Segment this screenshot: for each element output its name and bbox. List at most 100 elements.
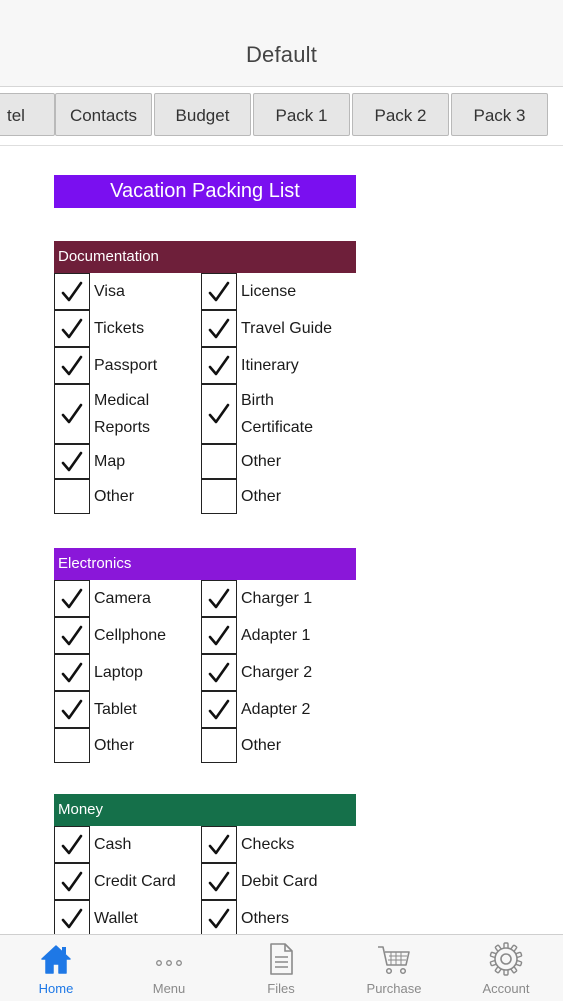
item-label: Cash xyxy=(94,836,132,853)
item-checkbox[interactable] xyxy=(54,654,90,691)
item-checkbox[interactable] xyxy=(201,384,237,444)
item-label: Birth Certificate xyxy=(241,392,314,436)
checkmark-icon xyxy=(61,871,83,891)
checklist-item[interactable]: Birth Certificate xyxy=(201,384,351,444)
section-documentation: Documentation Visa License Tickets Travel Gu… xyxy=(54,241,356,514)
tab-pack-2[interactable]: Pack 2 xyxy=(352,93,449,136)
checklist-item[interactable]: Camera xyxy=(54,580,204,617)
checklist-item[interactable]: Tickets xyxy=(54,310,204,347)
item-checkbox[interactable] xyxy=(54,444,90,479)
item-checkbox[interactable] xyxy=(201,728,237,763)
cart-icon xyxy=(376,941,412,977)
checkmark-icon xyxy=(61,318,83,338)
tab-budget[interactable]: Budget xyxy=(154,93,251,136)
section-header-electronics: Electronics xyxy=(54,548,356,580)
item-checkbox[interactable] xyxy=(201,900,237,934)
item-label: Other xyxy=(241,488,282,505)
tab-bar: tel Contacts Budget Pack 1 Pack 2 Pack 3 xyxy=(0,87,563,146)
checklist-item[interactable]: Other xyxy=(54,479,204,514)
checkmark-icon xyxy=(61,588,83,608)
item-checkbox[interactable] xyxy=(201,691,237,728)
checklist-item[interactable]: Medical Reports xyxy=(54,384,204,444)
nav-menu[interactable]: Menu xyxy=(113,935,225,1001)
tab-contacts[interactable]: Contacts xyxy=(55,93,152,136)
item-checkbox[interactable] xyxy=(54,900,90,934)
tab-tel[interactable]: tel xyxy=(0,93,55,136)
item-checkbox[interactable] xyxy=(54,826,90,863)
checkmark-icon xyxy=(61,625,83,645)
item-label: Charger 2 xyxy=(241,664,313,681)
checklist-item[interactable]: Laptop xyxy=(54,654,204,691)
item-checkbox[interactable] xyxy=(201,617,237,654)
item-checkbox[interactable] xyxy=(54,863,90,900)
checkmark-icon xyxy=(61,451,83,471)
item-label: Tickets xyxy=(94,320,145,337)
checklist-item[interactable]: Other xyxy=(201,728,351,763)
checklist-item[interactable]: License xyxy=(201,273,351,310)
checklist-item[interactable]: Charger 2 xyxy=(201,654,351,691)
checkmark-icon xyxy=(208,871,230,891)
checklist-item[interactable]: Other xyxy=(201,444,351,479)
item-checkbox[interactable] xyxy=(54,728,90,763)
item-checkbox[interactable] xyxy=(201,479,237,514)
checklist-item[interactable]: Map xyxy=(54,444,204,479)
checklist-item[interactable]: Debit Card xyxy=(201,863,351,900)
checklist-item[interactable]: Checks xyxy=(201,826,351,863)
checklist-item[interactable]: Visa xyxy=(54,273,204,310)
item-label: Laptop xyxy=(94,664,143,681)
nav-home[interactable]: Home xyxy=(0,935,112,1001)
checklist-item[interactable]: Other xyxy=(201,479,351,514)
nav-files[interactable]: Files xyxy=(225,935,337,1001)
item-checkbox[interactable] xyxy=(54,691,90,728)
tab-pack-3[interactable]: Pack 3 xyxy=(451,93,548,136)
checklist-item[interactable]: Credit Card xyxy=(54,863,204,900)
checklist-item[interactable]: Wallet xyxy=(54,900,204,934)
item-checkbox[interactable] xyxy=(201,863,237,900)
item-checkbox[interactable] xyxy=(54,580,90,617)
section-header-documentation: Documentation xyxy=(54,241,356,273)
nav-purchase[interactable]: Purchase xyxy=(338,935,450,1001)
app-header: Default xyxy=(0,0,563,87)
item-checkbox[interactable] xyxy=(201,654,237,691)
checklist-item[interactable]: Cellphone xyxy=(54,617,204,654)
item-label: Credit Card xyxy=(94,873,176,890)
tab-pack-1[interactable]: Pack 1 xyxy=(253,93,350,136)
checklist-item[interactable]: Other xyxy=(54,728,204,763)
checklist-item[interactable]: Adapter 2 xyxy=(201,691,351,728)
item-checkbox[interactable] xyxy=(201,826,237,863)
item-checkbox[interactable] xyxy=(201,444,237,479)
checkmark-icon xyxy=(61,834,83,854)
item-checkbox[interactable] xyxy=(54,273,90,310)
item-label: Adapter 2 xyxy=(241,701,311,718)
checkmark-icon xyxy=(208,908,230,928)
item-checkbox[interactable] xyxy=(54,617,90,654)
checklist-item[interactable]: Tablet xyxy=(54,691,204,728)
checkmark-icon xyxy=(208,355,230,375)
checklist-item[interactable]: Charger 1 xyxy=(201,580,351,617)
item-label: Others xyxy=(241,910,290,927)
checklist-item[interactable]: Adapter 1 xyxy=(201,617,351,654)
item-checkbox[interactable] xyxy=(54,479,90,514)
item-checkbox[interactable] xyxy=(201,347,237,384)
checklist-item[interactable]: Cash xyxy=(54,826,204,863)
nav-label: Purchase xyxy=(366,981,422,996)
nav-account[interactable]: Account xyxy=(450,935,562,1001)
item-checkbox[interactable] xyxy=(54,347,90,384)
item-checkbox[interactable] xyxy=(54,384,90,444)
checkmark-icon xyxy=(61,699,83,719)
item-checkbox[interactable] xyxy=(201,580,237,617)
item-checkbox[interactable] xyxy=(201,273,237,310)
packing-list-title: Vacation Packing List xyxy=(54,175,356,208)
gear-icon xyxy=(488,941,524,977)
checkmark-icon xyxy=(208,318,230,338)
item-checkbox[interactable] xyxy=(201,310,237,347)
checklist-item[interactable]: Passport xyxy=(54,347,204,384)
checklist-item[interactable]: Itinerary xyxy=(201,347,351,384)
item-label: Cellphone xyxy=(94,627,167,644)
more-icon xyxy=(151,941,187,977)
item-checkbox[interactable] xyxy=(54,310,90,347)
item-label: Medical Reports xyxy=(94,392,151,436)
checkmark-icon xyxy=(208,281,230,301)
checklist-item[interactable]: Travel Guide xyxy=(201,310,351,347)
checklist-item[interactable]: Others xyxy=(201,900,351,934)
